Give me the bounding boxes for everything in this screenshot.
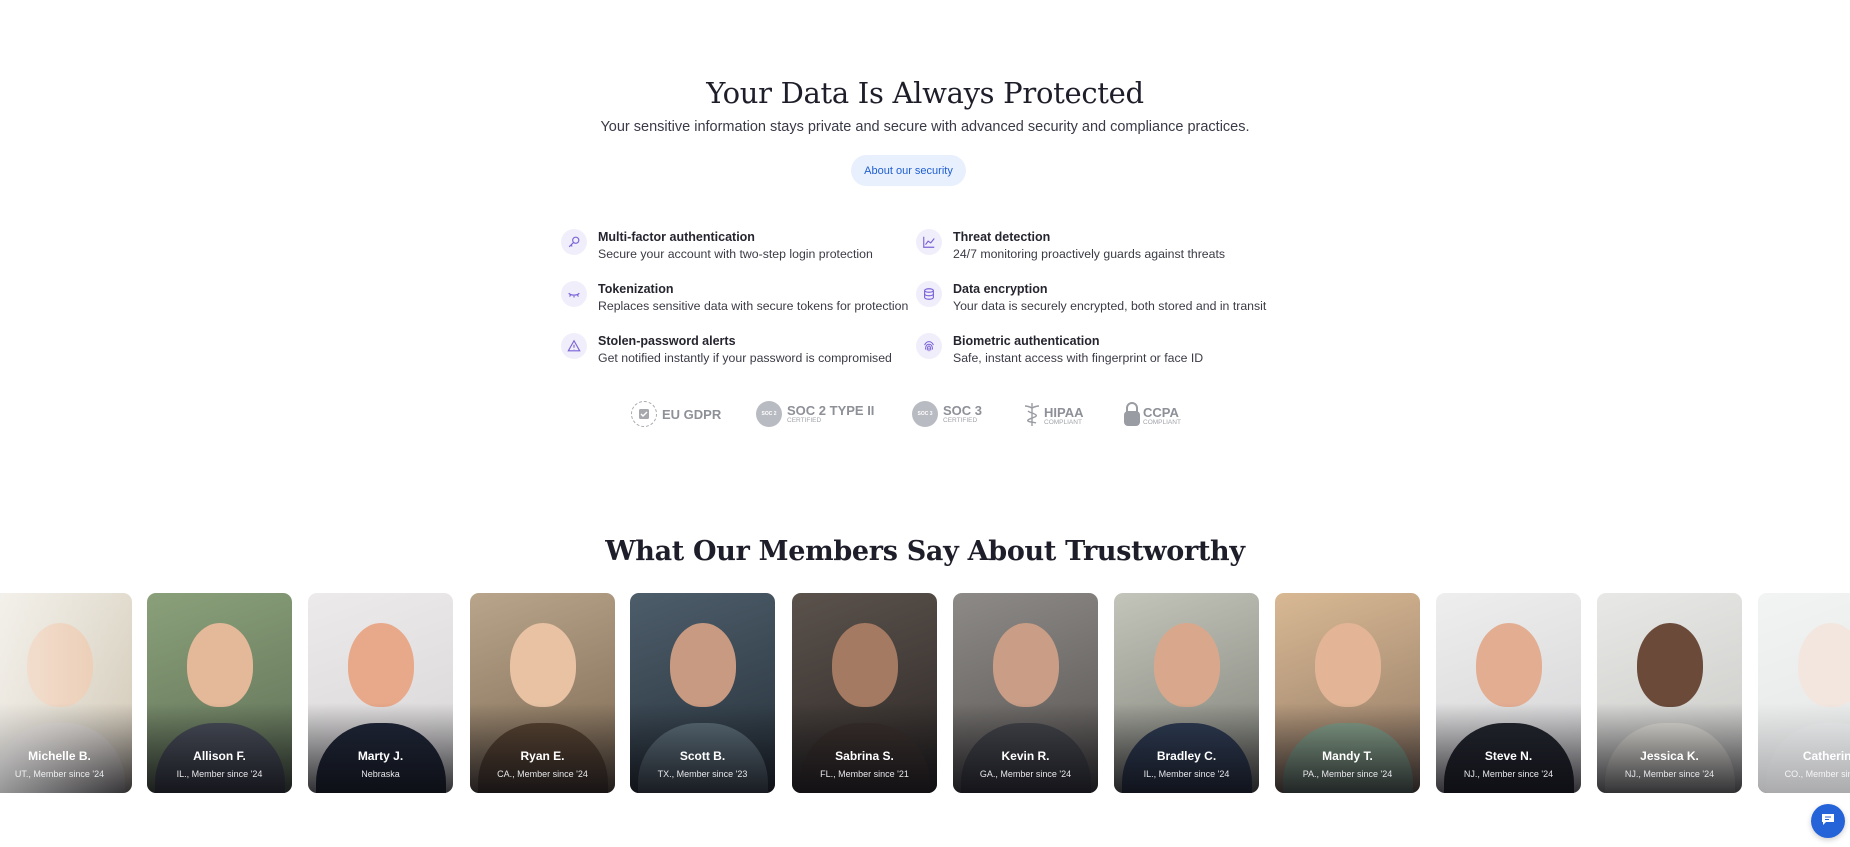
badge-label: EU GDPR [662, 406, 722, 422]
warning-icon [561, 333, 587, 359]
testimonial-card[interactable]: Scott B. TX., Member since '23 [630, 593, 775, 793]
member-meta: NJ., Member since '24 [1463, 769, 1554, 779]
testimonial-card[interactable]: Marty J. Nebraska [308, 593, 453, 793]
chart-line-icon [916, 229, 942, 255]
feature-desc: Safe, instant access with fingerprint or… [953, 351, 1204, 365]
fingerprint-icon [916, 333, 942, 359]
feature-desc: Replaces sensitive data with secure toke… [598, 299, 909, 313]
member-name: Michelle B. [28, 749, 91, 763]
member-meta: GA., Member since '24 [979, 769, 1072, 779]
soc3-seal-icon: SOC 3 [912, 401, 938, 427]
member-name: Ryan E. [520, 749, 565, 763]
member-name: Bradley C. [1156, 749, 1217, 763]
member-name: Scott B. [679, 749, 726, 763]
testimonial-card[interactable]: Bradley C. IL., Member since '24 [1114, 593, 1259, 793]
member-meta: FL., Member since '21 [820, 769, 909, 779]
security-subtitle: Your sensitive information stays private… [600, 119, 1250, 135]
badge-sublabel: CERTIFIED [787, 416, 822, 424]
member-meta: NJ., Member since '24 [1624, 769, 1715, 779]
feature-tokenization: Tokenization Replaces sensitive data wit… [561, 281, 908, 315]
feature-desc: Secure your account with two-step login … [598, 247, 873, 261]
member-meta: UT., Member since '24 [14, 769, 105, 779]
feature-title: Data encryption [953, 282, 1048, 296]
testimonial-card[interactable]: Steve N. NJ., Member since '24 [1436, 593, 1581, 793]
member-name: Marty J. [357, 749, 404, 763]
feature-title: Threat detection [953, 230, 1051, 244]
feature-biometric: Biometric authentication Safe, instant a… [916, 333, 1203, 367]
hipaa-badge: HIPAA COMPLIANT [1022, 401, 1083, 432]
member-name: Jessica K. [1640, 749, 1699, 763]
about-security-button[interactable]: About our security [851, 155, 966, 186]
member-name: Allison F. [193, 749, 246, 763]
testimonial-card[interactable]: Michelle B. UT., Member since '24 [0, 593, 132, 793]
security-title: Your Data Is Always Protected [706, 76, 1144, 110]
feature-title: Tokenization [598, 282, 674, 296]
badge-sublabel: COMPLIANT [1044, 419, 1082, 427]
member-name: Sabrina S. [835, 749, 894, 763]
member-name: Mandy T. [1322, 749, 1373, 763]
soc2-badge: SOC 2 SOC 2 TYPE II CERTIFIED [756, 401, 874, 427]
testimonial-carousel[interactable]: Michelle B. UT., Member since '24 Alliso… [0, 593, 1850, 793]
testimonial-card[interactable]: Catherine CO., Member since '24 [1758, 593, 1850, 793]
badge-label: SOC 3 [943, 402, 983, 418]
member-meta: CO., Member since '24 [1784, 769, 1850, 779]
badge-label: CCPA [1143, 405, 1179, 421]
badge-label: HIPAA [1044, 405, 1084, 421]
feature-title: Biometric authentication [953, 334, 1100, 348]
lock-icon [1123, 401, 1141, 432]
key-icon [561, 229, 587, 255]
testimonial-card[interactable]: Allison F. IL., Member since '24 [147, 593, 292, 793]
badge-sublabel: CERTIFIED [943, 416, 978, 424]
compliance-badges: EU GDPR SOC 2 SOC 2 TYPE II CERTIFIED SO… [0, 396, 1850, 432]
feature-threat-detection: Threat detection 24/7 monitoring proacti… [916, 229, 1225, 263]
member-meta: Nebraska [361, 769, 400, 779]
badge-sublabel: COMPLIANT [1143, 419, 1181, 427]
feature-title: Stolen-password alerts [598, 334, 736, 348]
member-meta: TX., Member since '23 [657, 769, 748, 779]
soc2-seal-icon: SOC 2 [756, 401, 782, 427]
testimonial-card[interactable]: Jessica K. NJ., Member since '24 [1597, 593, 1742, 793]
member-meta: PA., Member since '24 [1302, 769, 1393, 779]
member-name: Steve N. [1484, 749, 1533, 763]
gdpr-shield-icon [631, 401, 657, 427]
chat-icon [1820, 811, 1836, 832]
feature-stolen-password: Stolen-password alerts Get notified inst… [561, 333, 892, 367]
badge-label: SOC 2 TYPE II [787, 402, 875, 418]
testimonials-title: What Our Members Say About Trustworthy [605, 536, 1245, 567]
soc3-badge: SOC 3 SOC 3 CERTIFIED [912, 401, 982, 427]
feature-desc: 24/7 monitoring proactively guards again… [953, 247, 1226, 261]
caduceus-icon [1022, 401, 1042, 432]
member-meta: IL., Member since '24 [176, 769, 263, 779]
feature-data-encryption: Data encryption Your data is securely en… [916, 281, 1266, 315]
ccpa-badge: CCPA COMPLIANT [1123, 401, 1181, 432]
database-icon [916, 281, 942, 307]
testimonial-card[interactable]: Mandy T. PA., Member since '24 [1275, 593, 1420, 793]
eye-closed-icon [561, 281, 587, 307]
gdpr-badge: EU GDPR [631, 401, 721, 427]
member-meta: IL., Member since '24 [1143, 769, 1230, 779]
member-name: Kevin R. [1001, 749, 1050, 763]
member-name: Catherine [1802, 749, 1850, 763]
feature-title: Multi-factor authentication [598, 230, 755, 244]
feature-multi-factor: Multi-factor authentication Secure your … [561, 229, 873, 263]
feature-desc: Your data is securely encrypted, both st… [953, 299, 1267, 313]
feature-desc: Get notified instantly if your password … [598, 351, 892, 365]
chat-button[interactable] [1811, 804, 1845, 838]
testimonial-card[interactable]: Ryan E. CA., Member since '24 [470, 593, 615, 793]
testimonial-card[interactable]: Sabrina S. FL., Member since '21 [792, 593, 937, 793]
testimonial-card[interactable]: Kevin R. GA., Member since '24 [953, 593, 1098, 793]
member-meta: CA., Member since '24 [497, 769, 588, 779]
